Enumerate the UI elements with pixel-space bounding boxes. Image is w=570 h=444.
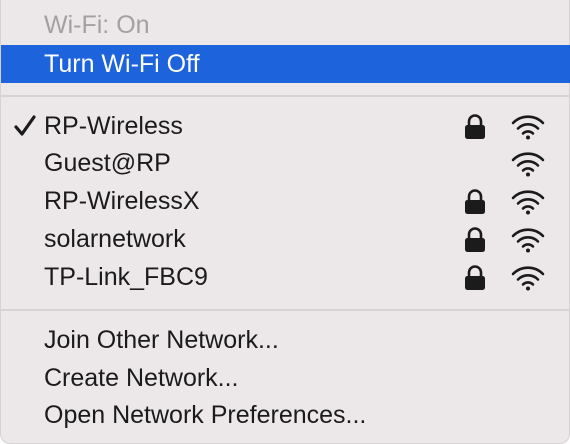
lock-icon bbox=[465, 265, 485, 290]
join-other-network-item[interactable]: Join Other Network... bbox=[1, 321, 570, 359]
network-name: RP-Wireless bbox=[44, 112, 183, 140]
wifi-signal-icon bbox=[511, 228, 545, 253]
wifi-signal-icon bbox=[511, 190, 545, 215]
wifi-status-label: Wi-Fi: On bbox=[44, 11, 150, 39]
network-item-rp-wireless[interactable]: RP-Wireless bbox=[1, 107, 570, 145]
turn-wifi-off-item[interactable]: Turn Wi-Fi Off bbox=[1, 45, 570, 83]
network-name: Guest@RP bbox=[44, 149, 171, 177]
wifi-menu: Wi-Fi: On Turn Wi-Fi Off RP-Wireless Gue… bbox=[0, 0, 570, 444]
network-item-rp-wirelessx[interactable]: RP-WirelessX bbox=[1, 182, 570, 220]
network-name: RP-WirelessX bbox=[44, 187, 200, 215]
network-item-guest-rp[interactable]: Guest@RP bbox=[1, 144, 570, 182]
lock-icon bbox=[465, 227, 485, 252]
lock-icon bbox=[465, 114, 485, 139]
wifi-signal-icon bbox=[511, 115, 545, 140]
open-network-preferences-item[interactable]: Open Network Preferences... bbox=[1, 396, 570, 434]
checkmark-icon bbox=[14, 115, 36, 136]
menu-separator bbox=[1, 95, 570, 97]
create-network-item[interactable]: Create Network... bbox=[1, 359, 570, 397]
network-item-tp-link-fbc9[interactable]: TP-Link_FBC9 bbox=[1, 258, 570, 296]
network-name: TP-Link_FBC9 bbox=[44, 263, 208, 291]
menu-separator bbox=[1, 309, 570, 311]
lock-icon bbox=[465, 189, 485, 214]
wifi-signal-icon bbox=[511, 266, 545, 291]
wifi-signal-icon bbox=[511, 152, 545, 177]
network-item-solarnetwork[interactable]: solarnetwork bbox=[1, 220, 570, 258]
network-name: solarnetwork bbox=[44, 225, 186, 253]
